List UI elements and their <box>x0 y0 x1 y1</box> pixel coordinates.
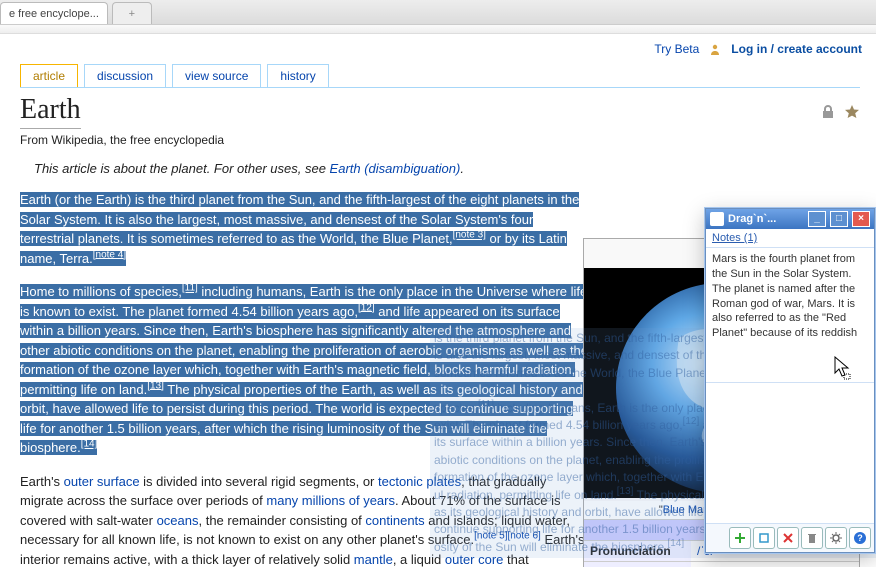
minimize-button[interactable]: _ <box>808 211 826 227</box>
link-tectonic-plates[interactable]: tectonic plates <box>378 474 461 489</box>
window-title: Drag`n`... <box>728 213 804 225</box>
intro-para-2: Home to millions of species,[11] includi… <box>20 282 590 458</box>
ref-note6[interactable]: [note 6] <box>507 531 540 542</box>
infobox-row-adjective: Adjectiveearth <box>584 561 859 567</box>
copy-button[interactable] <box>753 527 775 549</box>
browser-toolbar <box>0 25 876 34</box>
delete-button[interactable] <box>777 527 799 549</box>
notes-section-link[interactable]: Notes (1) <box>706 229 874 248</box>
user-links: Try Beta Log in / create account <box>654 42 862 56</box>
ref-note5[interactable]: [note 5] <box>474 531 507 542</box>
ref-13[interactable]: [13] <box>147 380 164 391</box>
login-link[interactable]: Log in / create account <box>731 42 862 56</box>
note-text: Mars is the fourth planet from the Sun i… <box>706 248 874 382</box>
tab-discussion[interactable]: discussion <box>84 64 166 87</box>
try-beta-link[interactable]: Try Beta <box>654 42 699 56</box>
tab-history[interactable]: history <box>267 64 328 87</box>
browser-tab[interactable]: e free encyclope... <box>0 2 108 24</box>
ref-note3[interactable]: [note 3] <box>453 230 486 241</box>
add-note-button[interactable] <box>729 527 751 549</box>
app-icon <box>710 212 724 226</box>
tagline: From Wikipedia, the free encyclopedia <box>20 133 860 147</box>
link-mantle[interactable]: mantle <box>354 552 393 567</box>
link-outer-core[interactable]: outer core <box>445 552 504 567</box>
ref-12[interactable]: [12] <box>358 302 375 313</box>
link-outer-surface[interactable]: outer surface <box>64 474 140 489</box>
page-title: Earth <box>20 94 81 129</box>
svg-text:?: ? <box>857 533 863 543</box>
ref-11[interactable]: [11] <box>182 283 198 294</box>
page-tabs: article discussion view source history <box>20 64 329 87</box>
lock-icon <box>820 104 836 120</box>
star-icon[interactable] <box>844 104 860 120</box>
tab-view-source[interactable]: view source <box>172 64 261 87</box>
trash-button[interactable] <box>801 527 823 549</box>
tab-article[interactable]: article <box>20 64 78 87</box>
link-oceans[interactable]: oceans <box>157 513 199 528</box>
new-tab-button[interactable]: + <box>112 2 152 24</box>
settings-button[interactable] <box>825 527 847 549</box>
help-button[interactable]: ? <box>849 527 871 549</box>
intro-para-3: Earth's outer surface is divided into se… <box>20 472 590 567</box>
notes-toolbar: ? <box>706 523 874 552</box>
window-titlebar[interactable]: Drag`n`... _ □ × <box>706 209 874 229</box>
person-icon <box>709 43 721 55</box>
link-continents[interactable]: continents <box>365 513 424 528</box>
page: Try Beta Log in / create account article… <box>0 34 876 567</box>
intro-para-1: Earth (or the Earth) is the third planet… <box>20 190 590 268</box>
link-many-millions[interactable]: many millions of years <box>266 493 395 508</box>
notes-window[interactable]: Drag`n`... _ □ × Notes (1) Mars is the f… <box>705 208 875 553</box>
hatnote: This article is about the planet. For ot… <box>20 161 860 176</box>
ref-14[interactable]: [14] <box>81 439 98 450</box>
drop-area[interactable] <box>706 382 874 523</box>
disambig-link[interactable]: Earth (disambiguation) <box>330 161 461 176</box>
close-button[interactable]: × <box>852 211 870 227</box>
ref-note4[interactable]: [note 4] <box>93 249 126 260</box>
browser-tab-strip: e free encyclope... + <box>0 0 876 25</box>
maximize-button[interactable]: □ <box>830 211 848 227</box>
